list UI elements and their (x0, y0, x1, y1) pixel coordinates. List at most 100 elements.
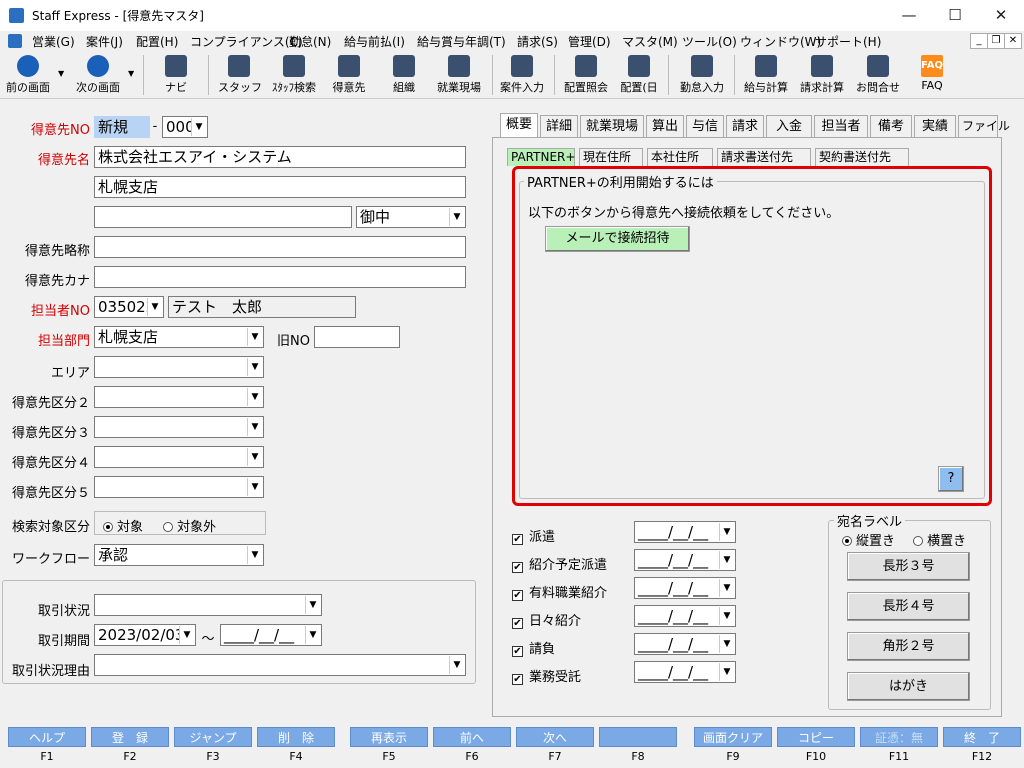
contract-paid-placement-checkbox[interactable]: ✔ 有料職業紹介 (512, 582, 607, 601)
contract-dispatch-date[interactable]: ____/__/__ ▼ (634, 521, 736, 543)
mdi-close-button[interactable]: ✕ (1004, 33, 1022, 49)
f12-exit-button[interactable]: 終 了 (943, 727, 1021, 747)
contract-outsourcing-checkbox[interactable]: ✔ 業務受託 (512, 666, 581, 685)
trade-status-select[interactable]: ▼ (94, 594, 322, 616)
tab-results[interactable]: 実績 (914, 115, 956, 137)
contract-paid-placement-date[interactable]: ____/__/__ ▼ (634, 577, 736, 599)
staff-no-select[interactable]: 035022 ▼ (94, 296, 164, 318)
mdi-minimize-button[interactable]: _ (970, 33, 988, 49)
postcard-button[interactable]: はがき (847, 672, 970, 701)
honorific-select[interactable]: 御中 ▼ (356, 206, 466, 228)
menu-item-billing[interactable]: 請求(S) (517, 33, 558, 50)
search-target-off-radio[interactable]: 対象外 (163, 520, 216, 535)
help-button[interactable]: ? (938, 466, 964, 492)
tab-billing[interactable]: 請求 (726, 115, 764, 137)
f1-help-button[interactable]: ヘルプ (8, 727, 86, 747)
f10-copy-button[interactable]: コピー (777, 727, 855, 747)
client-name-1-input[interactable]: 株式会社エスアイ・システム (94, 146, 466, 168)
organization-button[interactable]: 組織 (384, 53, 424, 97)
f3-jump-button[interactable]: ジャンプ (174, 727, 252, 747)
tab-payment[interactable]: 入金 (766, 115, 812, 137)
client-name-2-input[interactable]: 札幌支店 (94, 176, 466, 198)
contract-daily-referral-date[interactable]: ____/__/__ ▼ (634, 605, 736, 627)
f9-clear-button[interactable]: 画面クリア (694, 727, 772, 747)
contract-dispatch-checkbox[interactable]: ✔ 派遣 (512, 526, 555, 545)
f2-register-button[interactable]: 登 録 (91, 727, 169, 747)
contract-daily-referral-checkbox[interactable]: ✔ 日々紹介 (512, 610, 581, 629)
f6-prev-button[interactable]: 前へ (433, 727, 511, 747)
inquiry-button[interactable]: お問合せ (852, 53, 904, 97)
kana-input[interactable] (94, 266, 466, 288)
mdi-restore-button[interactable]: ❐ (987, 33, 1005, 49)
menu-item-compliance[interactable]: コンプライアンス(C) (190, 33, 303, 50)
contract-subcontract-checkbox[interactable]: ✔ 請負 (512, 638, 555, 657)
staff-search-button[interactable]: ｽﾀｯﾌ検索 (266, 53, 322, 97)
menu-item-window[interactable]: ウィンドウ(W) (740, 33, 821, 50)
client-name-3-input[interactable] (94, 206, 352, 228)
next-screen-dropdown-icon[interactable]: ▼ (128, 69, 134, 78)
worksite-button[interactable]: 就業現場 (432, 53, 486, 97)
menu-item-tools[interactable]: ツール(O) (682, 33, 737, 50)
f5-refresh-button[interactable]: 再表示 (350, 727, 428, 747)
client-button[interactable]: 得意先 (328, 53, 370, 97)
tab-worksite[interactable]: 就業現場 (580, 115, 644, 137)
contract-subcontract-date[interactable]: ____/__/__ ▼ (634, 633, 736, 655)
menu-item-master[interactable]: マスタ(M) (622, 33, 678, 50)
menu-item-support[interactable]: サポート(H) (815, 33, 881, 50)
contract-referral-dispatch-checkbox[interactable]: ✔ 紹介予定派遣 (512, 554, 607, 573)
f7-next-button[interactable]: 次へ (516, 727, 594, 747)
tab-overview[interactable]: 概要 (500, 113, 538, 137)
payroll-calc-button[interactable]: 給与計算 (740, 53, 792, 97)
navi-button[interactable]: ナビ (156, 53, 196, 97)
category-5-select[interactable]: ▼ (94, 476, 264, 498)
search-target-on-radio[interactable]: 対象 (103, 520, 143, 535)
subtab-invoice-address[interactable]: 請求書送付先 (717, 148, 811, 166)
subtab-partner[interactable]: PARTNER+ (507, 148, 575, 166)
envelope-long4-button[interactable]: 長形４号 (847, 592, 970, 621)
faq-button[interactable]: FAQ FAQ (914, 53, 950, 97)
workflow-select[interactable]: 承認 ▼ (94, 544, 264, 566)
attendance-entry-button[interactable]: 勤怠入力 (676, 53, 728, 97)
client-branch-select[interactable]: 000 ▼ (162, 116, 208, 138)
close-button[interactable]: ✕ (978, 0, 1024, 31)
short-name-input[interactable] (94, 236, 466, 258)
placement-inquiry-button[interactable]: 配置照会 (560, 53, 612, 97)
vertical-radio[interactable]: 縦置き (842, 534, 895, 549)
trade-period-to-input[interactable]: ____/__/__ ▼ (220, 624, 322, 646)
next-screen-button[interactable]: 次の画面 (72, 53, 124, 97)
prev-screen-dropdown-icon[interactable]: ▼ (58, 69, 64, 78)
f11-evidence-button[interactable]: 証憑：無 (860, 727, 938, 747)
dept-select[interactable]: 札幌支店 ▼ (94, 326, 264, 348)
menu-item-projects[interactable]: 案件(J) (86, 33, 123, 50)
tab-person-in-charge[interactable]: 担当者 (814, 115, 868, 137)
billing-calc-button[interactable]: 請求計算 (796, 53, 848, 97)
placement-daily-button[interactable]: 配置(日 (616, 53, 662, 97)
staff-button[interactable]: スタッフ (218, 53, 262, 97)
f8-button[interactable] (599, 727, 677, 747)
tab-calc[interactable]: 算出 (646, 115, 684, 137)
tab-notes[interactable]: 備考 (870, 115, 912, 137)
menu-item-payroll[interactable]: 給与賞与年調(T) (417, 33, 506, 50)
category-4-select[interactable]: ▼ (94, 446, 264, 468)
trade-period-from-input[interactable]: 2023/02/03 ▼ (94, 624, 196, 646)
trade-reason-select[interactable]: ▼ (94, 654, 466, 676)
menu-item-admin[interactable]: 管理(D) (568, 33, 611, 50)
menu-item-attendance[interactable]: 勤怠(N) (289, 33, 331, 50)
subtab-current-address[interactable]: 現在住所 (579, 148, 643, 166)
prev-screen-button[interactable]: 前の画面 (4, 53, 52, 97)
menu-item-advance-pay[interactable]: 給与前払(I) (344, 33, 405, 50)
category-3-select[interactable]: ▼ (94, 416, 264, 438)
subtab-contract-address[interactable]: 契約書送付先 (815, 148, 909, 166)
old-no-input[interactable] (314, 326, 400, 348)
category-2-select[interactable]: ▼ (94, 386, 264, 408)
client-no-field[interactable]: 新規 (94, 116, 150, 138)
contract-outsourcing-date[interactable]: ____/__/__ ▼ (634, 661, 736, 683)
tab-files[interactable]: ファイル (958, 115, 1010, 137)
envelope-square2-button[interactable]: 角形２号 (847, 632, 970, 661)
menu-item-placement[interactable]: 配置(H) (136, 33, 178, 50)
maximize-button[interactable]: ☐ (932, 0, 978, 31)
horizontal-radio[interactable]: 横置き (913, 534, 966, 549)
area-select[interactable]: ▼ (94, 356, 264, 378)
menu-item-sales[interactable]: 営業(G) (32, 33, 75, 50)
contract-referral-dispatch-date[interactable]: ____/__/__ ▼ (634, 549, 736, 571)
